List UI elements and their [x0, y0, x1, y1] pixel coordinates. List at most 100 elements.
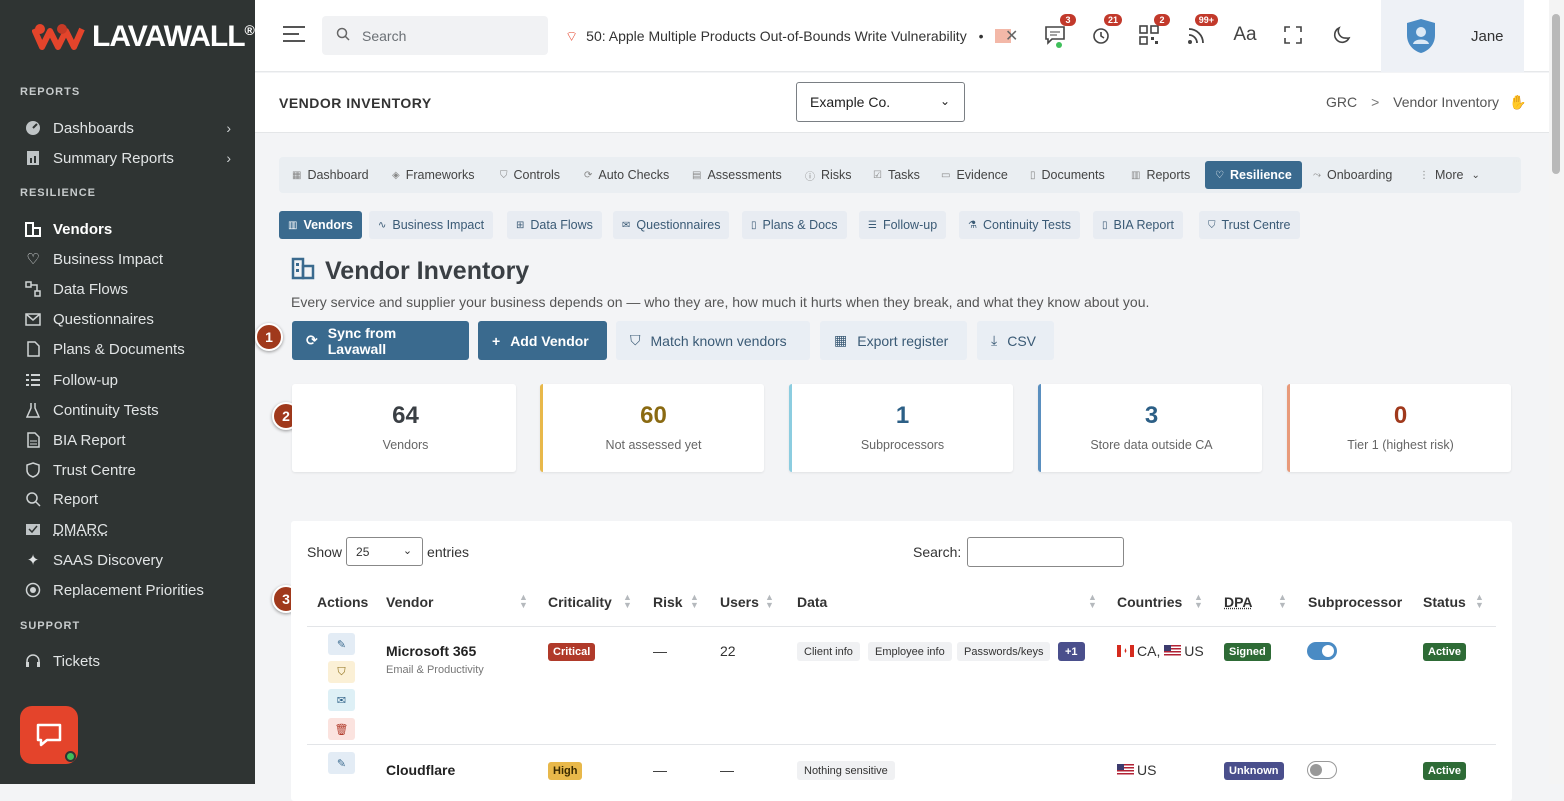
news-ticker[interactable]: ⌔ 50: Apple Multiple Products Out-of-Boun…: [565, 28, 1015, 46]
sort-icon[interactable]: ▲ ▼: [1278, 593, 1287, 609]
stat-vendors[interactable]: 64 Vendors: [292, 384, 516, 472]
user-menu[interactable]: Jane: [1381, 0, 1524, 72]
sidebar-item-tickets[interactable]: Tickets: [24, 648, 239, 674]
ticker-close-icon[interactable]: ✕: [1005, 26, 1018, 46]
edit-button[interactable]: ✎: [328, 752, 355, 774]
subtab-plans-docs[interactable]: ▯ Plans & Docs: [742, 211, 847, 239]
tab-resilience[interactable]: ♡ Resilience: [1205, 161, 1302, 189]
sidebar-item-questionnaires[interactable]: Questionnaires: [24, 306, 239, 332]
stat-outside-ca[interactable]: 3 Store data outside CA: [1038, 384, 1262, 472]
sidebar-item-dashboards[interactable]: Dashboards ›: [24, 115, 239, 141]
sort-icon[interactable]: ▲ ▼: [1088, 593, 1097, 609]
tab-evidence[interactable]: ▭ Evidence: [931, 161, 1018, 189]
subtab-trust-centre[interactable]: ⛉ Trust Centre: [1199, 211, 1300, 239]
sidebar-item-bia-report[interactable]: BIA Report: [24, 427, 239, 453]
tab-more[interactable]: ⋮ More ⌄: [1409, 161, 1490, 189]
global-search-input[interactable]: Search: [322, 16, 548, 55]
sidebar-item-saas-discovery[interactable]: ✦ SAAS Discovery: [24, 547, 239, 573]
sort-icon[interactable]: ▲ ▼: [623, 593, 632, 609]
edit-button[interactable]: ✎: [328, 633, 355, 655]
more-data-badge[interactable]: +1: [1058, 642, 1085, 661]
messages-button[interactable]: 3: [1042, 22, 1068, 48]
sort-icon[interactable]: ▲ ▼: [765, 593, 774, 609]
company-select[interactable]: Example Co. ⌄: [796, 82, 965, 122]
feeds-button[interactable]: 99+: [1184, 22, 1210, 48]
menu-toggle-icon[interactable]: [283, 26, 305, 44]
sidebar-item-summary-reports[interactable]: Summary Reports ›: [24, 145, 239, 171]
tab-controls[interactable]: ⛉ Controls: [490, 161, 570, 189]
delete-button[interactable]: 🗑: [328, 718, 355, 740]
sidebar-item-data-flows[interactable]: Data Flows: [24, 276, 239, 302]
export-register-button[interactable]: ▦ Export register: [820, 321, 967, 360]
col-countries[interactable]: Countries: [1117, 594, 1182, 610]
sort-icon[interactable]: ▲ ▼: [1475, 593, 1484, 609]
subprocessor-toggle[interactable]: [1307, 761, 1337, 779]
sidebar-item-label: Vendors: [53, 221, 112, 238]
stat-tier1[interactable]: 0 Tier 1 (highest risk): [1287, 384, 1511, 472]
sidebar-item-vendors[interactable]: Vendors: [24, 216, 239, 242]
lavawall-logo[interactable]: LAVAWALL®: [32, 18, 254, 56]
tab-onboarding[interactable]: ⤳ Onboarding: [1303, 161, 1402, 189]
sidebar-item-replacement-priorities[interactable]: Replacement Priorities: [24, 577, 239, 603]
sidebar-item-continuity-tests[interactable]: Continuity Tests: [24, 397, 239, 423]
tab-risks[interactable]: ⓘ Risks: [795, 161, 862, 189]
sidebar-item-follow-up[interactable]: Follow-up: [24, 367, 239, 393]
page-size-select[interactable]: 25 ⌄: [346, 537, 423, 566]
stat-not-assessed[interactable]: 60 Not assessed yet: [540, 384, 764, 472]
font-size-icon[interactable]: Aa: [1232, 22, 1258, 48]
pulse-icon: ∿: [378, 220, 386, 231]
col-dpa[interactable]: DPA: [1224, 594, 1253, 610]
subtab-continuity-tests[interactable]: ⚗ Continuity Tests: [959, 211, 1080, 239]
col-data[interactable]: Data: [797, 594, 827, 610]
sidebar-item-business-impact[interactable]: ♡ Business Impact: [24, 246, 239, 272]
subtab-data-flows[interactable]: ⊞ Data Flows: [507, 211, 602, 239]
subtab-follow-up[interactable]: ☰ Follow-up: [859, 211, 946, 239]
sync-button[interactable]: ⟳ Sync from Lavawall: [292, 321, 469, 360]
table-search-input[interactable]: [967, 537, 1124, 567]
sort-icon[interactable]: ▲ ▼: [519, 593, 528, 609]
alerts-button[interactable]: 21: [1088, 22, 1114, 48]
qr-button[interactable]: 2: [1136, 22, 1162, 48]
subtab-questionnaires[interactable]: ✉ Questionnaires: [613, 211, 729, 239]
fullscreen-icon[interactable]: [1280, 22, 1306, 48]
tab-frameworks[interactable]: ◈ Frameworks: [382, 161, 484, 189]
tab-auto-checks[interactable]: ⟳ Auto Checks: [574, 161, 679, 189]
scrollbar-thumb[interactable]: [1552, 14, 1560, 174]
col-status[interactable]: Status: [1423, 594, 1466, 610]
sidebar-item-trust-centre[interactable]: Trust Centre: [24, 457, 239, 483]
sort-icon[interactable]: ▲ ▼: [1194, 593, 1203, 609]
col-subprocessor[interactable]: Subprocessor: [1308, 594, 1402, 610]
tab-dashboard[interactable]: ▦ Dashboard: [282, 161, 379, 189]
tab-tasks[interactable]: ☑ Tasks: [863, 161, 930, 189]
sidebar-item-plans-documents[interactable]: Plans & Documents: [24, 336, 239, 362]
sidebar-item-label: Report: [53, 491, 98, 508]
breadcrumb: GRC > Vendor Inventory: [1326, 94, 1499, 110]
col-users[interactable]: Users: [720, 594, 759, 610]
subtab-bia-report[interactable]: ▯ BIA Report: [1093, 211, 1183, 239]
vendor-name[interactable]: Cloudflare: [386, 762, 455, 778]
questionnaire-button[interactable]: ✉: [328, 689, 355, 711]
stat-subprocessors[interactable]: 1 Subprocessors: [789, 384, 1013, 472]
tab-assessments[interactable]: ▤ Assessments: [682, 161, 792, 189]
add-vendor-button[interactable]: + Add Vendor: [478, 321, 607, 360]
tab-reports[interactable]: ▥ Reports: [1121, 161, 1200, 189]
layers-icon: ◈: [392, 170, 400, 181]
breadcrumb-grc[interactable]: GRC: [1326, 94, 1357, 110]
col-vendor[interactable]: Vendor: [386, 594, 433, 610]
vendor-name[interactable]: Microsoft 365: [386, 643, 476, 659]
sort-icon[interactable]: ▲ ▼: [690, 593, 699, 609]
subtab-vendors[interactable]: ▥ Vendors: [279, 211, 362, 239]
sidebar-item-report[interactable]: Report: [24, 486, 239, 512]
assess-button[interactable]: ⛉: [328, 661, 355, 683]
subtab-business-impact[interactable]: ∿ Business Impact: [369, 211, 493, 239]
dark-mode-icon[interactable]: [1329, 22, 1355, 48]
sidebar-item-dmarc[interactable]: DMARC: [24, 516, 239, 542]
col-criticality[interactable]: Criticality: [548, 594, 612, 610]
col-risk[interactable]: Risk: [653, 594, 683, 610]
tab-documents[interactable]: ▯ Documents: [1020, 161, 1115, 189]
stat-value: 1: [792, 402, 1013, 430]
subprocessor-toggle[interactable]: [1307, 642, 1337, 660]
csv-button[interactable]: ⤓ CSV: [977, 321, 1054, 360]
data-tag: Passwords/keys: [957, 642, 1050, 661]
match-vendors-button[interactable]: ⛉ Match known vendors: [616, 321, 810, 360]
